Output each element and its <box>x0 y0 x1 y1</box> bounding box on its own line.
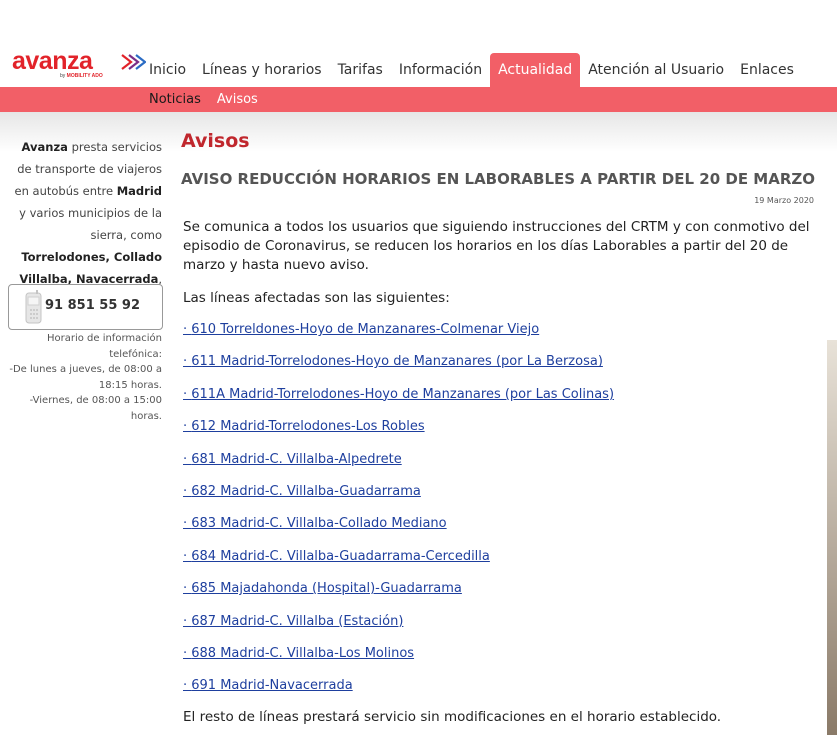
line-link-687[interactable]: 687 Madrid-C. Villalba (Estación) <box>191 614 403 629</box>
nav-actualidad[interactable]: Actualidad <box>490 53 581 87</box>
nav-informacion[interactable]: Información <box>391 53 490 87</box>
main-nav: Inicio Líneas y horarios Tarifas Informa… <box>141 53 802 87</box>
phone-box: 91 851 55 92 <box>8 284 163 330</box>
line-link-683[interactable]: 683 Madrid-C. Villalba-Collado Mediano <box>191 516 446 531</box>
list-item: · 684 Madrid-C. Villalba-Guadarrama-Cerc… <box>183 548 490 564</box>
nav-lineas-horarios[interactable]: Líneas y horarios <box>194 53 330 87</box>
avanza-logo[interactable]: avanza by MOBILITY ADO <box>12 47 146 80</box>
closing-note: El resto de líneas prestará servicio sin… <box>183 709 722 725</box>
nav-tarifas[interactable]: Tarifas <box>330 53 391 87</box>
list-item: · 610 Torreldones-Hoyo de Manzanares-Col… <box>183 322 540 337</box>
logo-subtitle: by MOBILITY ADO <box>60 73 103 79</box>
line-link-611a[interactable]: 611A Madrid-Torrelodones-Hoyo de Manzana… <box>191 387 614 402</box>
subnav-noticias[interactable]: Noticias <box>149 87 201 112</box>
phone-number[interactable]: 91 851 55 92 <box>45 298 140 313</box>
line-link-684[interactable]: 684 Madrid-C. Villalba-Guadarrama-Cerced… <box>191 549 490 564</box>
list-item: · 611A Madrid-Torrelodones-Hoyo de Manza… <box>183 386 615 402</box>
nav-inicio[interactable]: Inicio <box>141 53 194 87</box>
phone-hours: Horario de información telefónica: -De l… <box>8 331 162 424</box>
section-title: Avisos <box>181 130 250 152</box>
list-item: · 682 Madrid-C. Villalba-Guadarrama <box>183 483 421 499</box>
line-link-688[interactable]: 688 Madrid-C. Villalba-Los Molinos <box>191 646 414 661</box>
line-link-685[interactable]: 685 Majadahonda (Hospital)-Guadarrama <box>191 581 462 596</box>
hours-friday: -Viernes, de 08:00 a 15:00 horas. <box>29 395 162 422</box>
list-item: · 688 Madrid-C. Villalba-Los Molinos <box>183 645 415 661</box>
line-link-611[interactable]: 611 Madrid-Torrelodones-Hoyo de Manzanar… <box>191 354 603 369</box>
notice-date: 19 Marzo 2020 <box>754 196 814 205</box>
list-item: · 683 Madrid-C. Villalba-Collado Mediano <box>183 516 447 532</box>
list-item: · 611 Madrid-Torrelodones-Hoyo de Manzan… <box>183 354 603 370</box>
mobile-phone-icon <box>25 290 42 324</box>
logo-wordmark: avanza <box>12 47 93 75</box>
hours-weekdays: -De lunes a jueves, de 08:00 a 18:15 hor… <box>9 364 162 391</box>
line-link-681[interactable]: 681 Madrid-C. Villalba-Alpedrete <box>191 452 401 467</box>
nav-atencion-usuario[interactable]: Atención al Usuario <box>580 53 732 87</box>
list-item: · 612 Madrid-Torrelodones-Los Robles <box>183 419 425 435</box>
list-item: · 685 Majadahonda (Hospital)-Guadarrama <box>183 581 462 597</box>
affected-lines-list: · 610 Torreldones-Hoyo de Manzanares-Col… <box>183 320 614 709</box>
notice-paragraph: Se comunica a todos los usuarios que sig… <box>183 219 810 273</box>
subnav-avisos[interactable]: Avisos <box>217 87 258 112</box>
line-link-691[interactable]: 691 Madrid-Navacerrada <box>191 678 352 693</box>
line-link-612[interactable]: 612 Madrid-Torrelodones-Los Robles <box>191 419 424 434</box>
list-item: · 687 Madrid-C. Villalba (Estación) <box>183 613 404 629</box>
line-link-682[interactable]: 682 Madrid-C. Villalba-Guadarrama <box>191 484 421 499</box>
hours-title: Horario de información telefónica: <box>46 333 162 360</box>
notice-title[interactable]: AVISO REDUCCIÓN HORARIOS EN LABORABLES A… <box>181 170 815 188</box>
background-edge <box>827 340 837 735</box>
nav-enlaces[interactable]: Enlaces <box>732 53 802 87</box>
list-item: · 691 Madrid-Navacerrada <box>183 678 353 694</box>
list-item: · 681 Madrid-C. Villalba-Alpedrete <box>183 451 402 467</box>
header: avanza by MOBILITY ADO Inicio Líneas y h… <box>0 0 837 87</box>
sub-nav-bar: Noticias Avisos <box>0 87 837 112</box>
lines-intro: Las líneas afectadas son las siguientes: <box>183 290 450 306</box>
line-link-610[interactable]: 610 Torreldones-Hoyo de Manzanares-Colme… <box>191 322 539 337</box>
sub-nav: Noticias Avisos <box>149 87 274 112</box>
